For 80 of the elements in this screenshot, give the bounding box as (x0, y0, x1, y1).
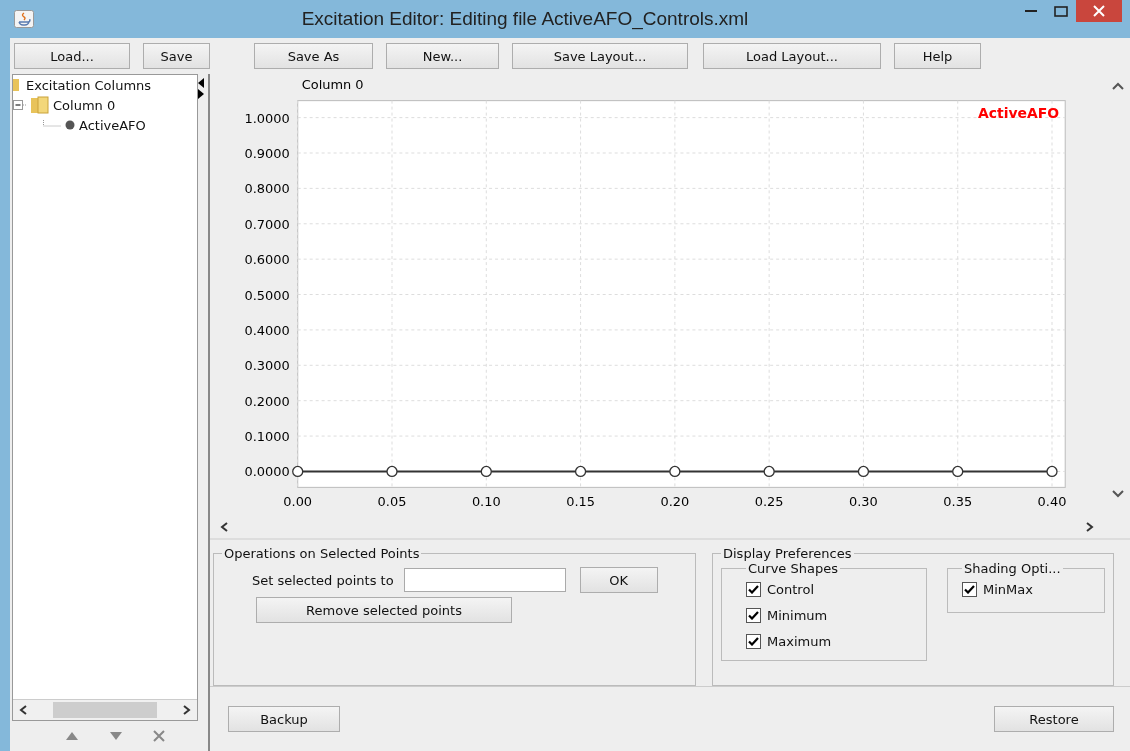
toolbar-button[interactable]: New... (386, 43, 499, 69)
ok-button[interactable]: OK (579, 567, 658, 593)
folder-icon (13, 78, 21, 92)
group-title: Shading Opti... (963, 561, 1062, 576)
minimize-icon (1025, 9, 1037, 13)
checkbox-label: Minimum (767, 607, 828, 623)
y-tick-label: 0.5000 (244, 287, 290, 303)
y-tick-label: 0.2000 (244, 393, 290, 409)
checkbox[interactable] (746, 633, 761, 649)
control-point[interactable] (574, 465, 587, 478)
backup-button[interactable]: Backup (228, 706, 340, 732)
control-point[interactable] (386, 465, 398, 478)
control-point[interactable] (952, 465, 964, 478)
checkbox-label: MinMax (983, 581, 1033, 597)
toolbar-button[interactable]: Save Layout... (512, 43, 688, 69)
y-tick-label: 0.3000 (244, 358, 290, 374)
maximize-icon (1054, 5, 1068, 17)
app-icon (14, 10, 34, 28)
x-tick-label: 0.30 (849, 494, 878, 510)
x-tick-label: 0.05 (377, 494, 407, 510)
scroll-right-icon (1086, 522, 1094, 532)
remove-points-button[interactable]: Remove selected points (256, 597, 512, 623)
control-point[interactable] (763, 465, 775, 478)
delete-icon[interactable] (153, 730, 165, 742)
y-tick-label: 0.7000 (244, 216, 290, 232)
close-icon (1093, 5, 1105, 17)
y-tick-label: 0.9000 (244, 146, 290, 161)
checkbox[interactable] (962, 581, 977, 597)
value-input-field[interactable] (403, 568, 566, 592)
close-button[interactable] (1076, 0, 1122, 22)
move-up-icon[interactable] (65, 731, 79, 741)
x-tick-label: 0.25 (754, 494, 784, 510)
tree-toggle-icon[interactable] (13, 100, 27, 110)
checkbox[interactable] (746, 607, 761, 623)
node-dot-icon (64, 119, 76, 131)
scroll-up-icon (1111, 82, 1124, 90)
scroll-right-icon (183, 705, 191, 715)
control-point[interactable] (292, 465, 304, 478)
tree-connector-icon (43, 120, 61, 130)
group-title: Curve Shapes (747, 561, 839, 576)
x-tick-label: 0.20 (660, 494, 690, 510)
move-down-icon[interactable] (109, 731, 123, 741)
checkbox-label: Maximum (767, 633, 832, 649)
group-title: Operations on Selected Points (223, 546, 421, 561)
checkbox[interactable] (746, 581, 761, 597)
control-point[interactable] (857, 465, 870, 478)
chart-title: Column 0 (301, 76, 364, 92)
y-tick-label: 0.6000 (244, 252, 290, 268)
toolbar-button[interactable]: Save As (254, 43, 373, 69)
control-point[interactable] (1046, 465, 1058, 478)
control-point[interactable] (669, 465, 681, 478)
y-tick-label: 0.8000 (244, 181, 290, 197)
x-tick-label: 0.15 (566, 494, 595, 510)
tree-item[interactable]: Column 0 (53, 97, 116, 113)
horizontal-scrollbar[interactable] (13, 699, 197, 720)
x-tick-label: 0.10 (471, 494, 501, 510)
folder-icon (30, 96, 50, 114)
restore-button[interactable]: Restore (994, 706, 1114, 732)
scroll-left-icon (220, 522, 228, 532)
control-point[interactable] (480, 465, 492, 478)
tree-item[interactable]: Excitation Columns (26, 77, 152, 93)
toolbar-button[interactable]: Help (894, 43, 981, 69)
x-tick-label: 0.00 (283, 494, 313, 510)
y-tick-label: 0.4000 (244, 322, 290, 338)
toolbar-button[interactable]: Load Layout... (703, 43, 881, 69)
y-tick-label: 1.0000 (244, 110, 290, 126)
field-label: Set selected points to (252, 572, 394, 588)
series-label: ActiveAFO (978, 104, 1060, 121)
scroll-left-icon (19, 705, 27, 715)
y-tick-label: 0.0000 (244, 464, 290, 480)
toolbar-button[interactable]: Save (143, 43, 210, 69)
window-title: Excitation Editor: Editing file ActiveAFO_Controls.xml (300, 8, 750, 30)
group-title: Display Preferences (722, 546, 853, 561)
y-tick-label: 0.1000 (244, 429, 290, 445)
toolbar-button[interactable]: Load... (14, 43, 130, 69)
x-tick-label: 0.35 (943, 494, 973, 510)
checkbox-label: Control (767, 581, 814, 597)
tree-item[interactable]: ActiveAFO (79, 117, 146, 133)
x-tick-label: 0.40 (1037, 494, 1067, 510)
scroll-down-icon (1111, 490, 1124, 498)
